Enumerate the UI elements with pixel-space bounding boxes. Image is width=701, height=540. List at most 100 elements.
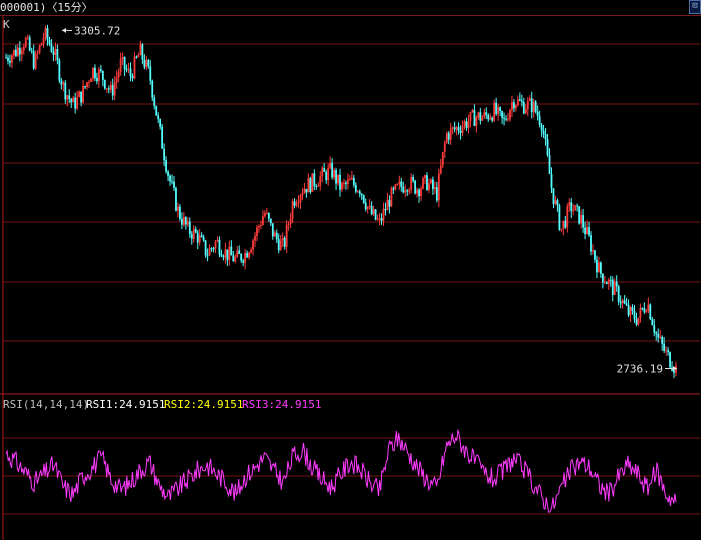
- candle-up: [42, 37, 45, 44]
- candle-up: [16, 47, 19, 56]
- candle-down: [435, 187, 438, 201]
- candle-down: [459, 130, 462, 134]
- candle-up: [461, 126, 464, 134]
- candle-down: [599, 262, 602, 274]
- candle-up: [629, 307, 632, 316]
- candle-up: [92, 67, 94, 79]
- candle-down: [473, 110, 476, 126]
- candle-down: [582, 215, 585, 228]
- candle-up: [22, 46, 25, 51]
- candle-up: [333, 169, 335, 178]
- candle-down: [309, 178, 312, 192]
- candle-up: [350, 177, 353, 180]
- candle-down: [271, 223, 274, 237]
- candle-up: [562, 220, 565, 229]
- price-candles: [5, 24, 677, 379]
- candle-down: [165, 160, 167, 172]
- candle-down: [293, 201, 296, 206]
- candle-up: [321, 168, 324, 177]
- candle-up: [44, 28, 47, 38]
- candle-up: [254, 235, 256, 241]
- candle-up: [289, 218, 292, 224]
- candle-up: [433, 187, 436, 190]
- candle-up: [437, 173, 440, 201]
- candle-down: [101, 70, 104, 80]
- candle-up: [455, 127, 458, 130]
- candle-down: [465, 121, 468, 129]
- candle-down: [222, 256, 225, 258]
- candle-down: [96, 78, 98, 82]
- candle-down: [534, 101, 537, 112]
- candle-up: [186, 221, 189, 225]
- candle-up: [307, 178, 310, 193]
- candle-up: [279, 240, 282, 251]
- candle-down: [627, 305, 630, 316]
- candle-down: [212, 248, 215, 250]
- candle-down: [418, 189, 420, 197]
- candle-up: [368, 205, 371, 207]
- candle-down: [335, 169, 337, 184]
- candle-down: [7, 57, 9, 61]
- candle-up: [396, 184, 399, 186]
- candle-up: [348, 179, 351, 181]
- candle-up: [603, 282, 606, 284]
- candle-up: [410, 177, 413, 190]
- candle-down: [141, 44, 144, 60]
- candle-down: [107, 88, 110, 90]
- candle-down: [643, 308, 646, 313]
- candle-down: [635, 319, 638, 325]
- candle-down: [68, 95, 71, 99]
- candle-up: [54, 49, 57, 55]
- candle-down: [180, 218, 183, 225]
- candle-up: [621, 300, 624, 304]
- candle-down: [406, 190, 409, 192]
- candle-down: [52, 51, 55, 55]
- candle-up: [394, 184, 397, 190]
- candle-up: [121, 56, 124, 60]
- candle-down: [491, 117, 494, 121]
- candle-down: [370, 205, 373, 215]
- candle-down: [619, 301, 622, 304]
- candle-down: [402, 186, 405, 193]
- candle-down: [588, 227, 590, 236]
- candle-up: [441, 151, 444, 166]
- candle-up: [572, 210, 575, 212]
- candle-down: [631, 307, 634, 311]
- candle-down: [564, 220, 567, 228]
- candle-down: [188, 221, 191, 234]
- candle-up: [250, 249, 252, 253]
- candle-down: [135, 56, 138, 58]
- candle-up: [372, 209, 375, 215]
- candle-down: [522, 102, 525, 114]
- candle-down: [655, 332, 658, 335]
- candle-up: [497, 107, 500, 114]
- candle-up: [483, 112, 486, 118]
- candle-up: [408, 189, 411, 192]
- candle-up: [273, 232, 276, 237]
- candle-down: [576, 205, 579, 207]
- candle-down: [447, 133, 450, 140]
- candle-down: [540, 124, 543, 131]
- candle-down: [70, 98, 73, 103]
- candle-up: [507, 119, 509, 121]
- candle-up: [297, 202, 300, 204]
- candle-up: [214, 241, 217, 249]
- candle-down: [453, 127, 456, 130]
- candle-down: [275, 232, 278, 240]
- candle-up: [386, 199, 389, 211]
- candle-down: [605, 282, 608, 285]
- candle-up: [208, 248, 211, 256]
- min-marker: 2736.19: [617, 363, 677, 376]
- candle-down: [194, 229, 197, 233]
- candle-up: [475, 117, 478, 126]
- candle-down: [352, 177, 355, 185]
- candle-down: [548, 155, 551, 174]
- candle-up: [469, 112, 472, 122]
- candle-down: [364, 202, 367, 210]
- candle-down: [657, 334, 660, 338]
- candle-up: [416, 189, 418, 194]
- candle-down: [552, 188, 555, 204]
- candle-down: [269, 218, 272, 224]
- rsi-panel-label: RSI(14,14,14): [3, 398, 89, 411]
- candle-down: [103, 79, 106, 89]
